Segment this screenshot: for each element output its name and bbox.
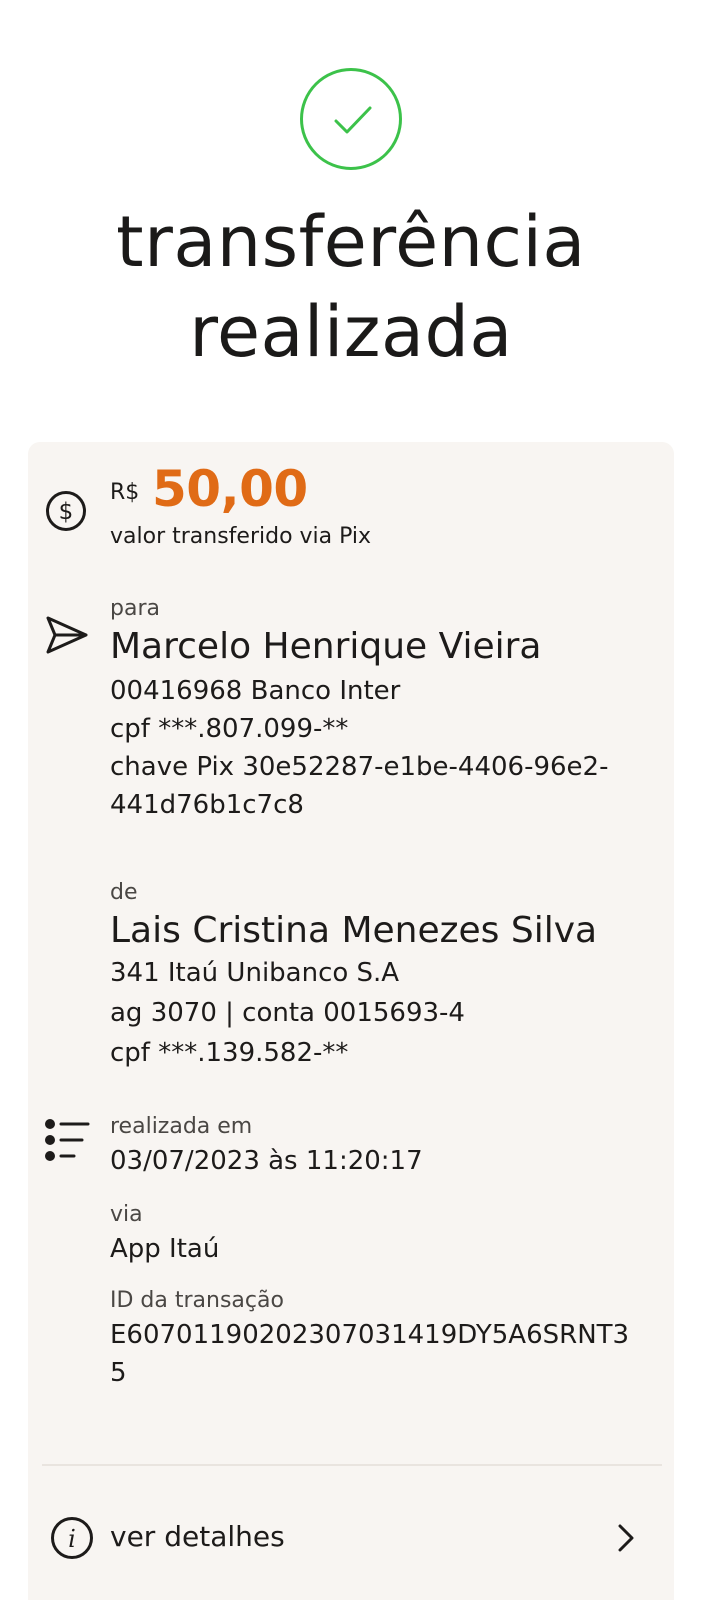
amount-currency: R$ xyxy=(110,480,140,505)
success-check-icon xyxy=(300,68,402,170)
svg-text:i: i xyxy=(68,1525,76,1553)
divider xyxy=(42,1464,662,1466)
svg-text:$: $ xyxy=(59,499,74,525)
recipient-pix-key-line1: chave Pix 30e52287-e1be-4406-96e2- xyxy=(110,752,609,782)
send-icon xyxy=(44,614,90,660)
recipient-label: para xyxy=(110,596,160,621)
chevron-right-icon xyxy=(616,1522,636,1558)
sender-account: ag 3070 | conta 0015693-4 xyxy=(110,998,465,1028)
sender-name: Lais Cristina Menezes Silva xyxy=(110,910,598,951)
amount-value: 50,00 xyxy=(152,460,308,518)
list-icon xyxy=(44,1118,90,1166)
recipient-pix-key-line2: 441d76b1c7c8 xyxy=(110,790,304,820)
channel-value: App Itaú xyxy=(110,1234,220,1264)
recipient-bank: 00416968 Banco Inter xyxy=(110,676,401,706)
transaction-id-line1: E60701190202307031419DY5A6SRNT3 xyxy=(110,1320,630,1350)
page-title-line2: realizada xyxy=(189,291,513,373)
info-icon: i xyxy=(50,1516,94,1564)
recipient-name: Marcelo Henrique Vieira xyxy=(110,626,542,667)
transaction-id-label: ID da transação xyxy=(110,1288,284,1313)
transaction-id-line2: 5 xyxy=(110,1358,127,1388)
sender-label: de xyxy=(110,880,138,905)
view-details-label: ver detalhes xyxy=(110,1520,285,1553)
date-value: 03/07/2023 às 11:20:17 xyxy=(110,1146,423,1176)
sender-cpf: cpf ***.139.582-** xyxy=(110,1038,349,1068)
view-details-button[interactable]: i ver detalhes xyxy=(50,1506,650,1566)
channel-label: via xyxy=(110,1202,143,1227)
amount-caption: valor transferido via Pix xyxy=(110,524,372,549)
date-label: realizada em xyxy=(110,1114,253,1139)
recipient-cpf: cpf ***.807.099-** xyxy=(110,714,349,744)
sender-bank: 341 Itaú Unibanco S.A xyxy=(110,958,400,988)
page-title-line1: transferência xyxy=(116,201,586,283)
dollar-circle-icon: $ xyxy=(45,490,87,536)
check-icon xyxy=(334,106,372,134)
